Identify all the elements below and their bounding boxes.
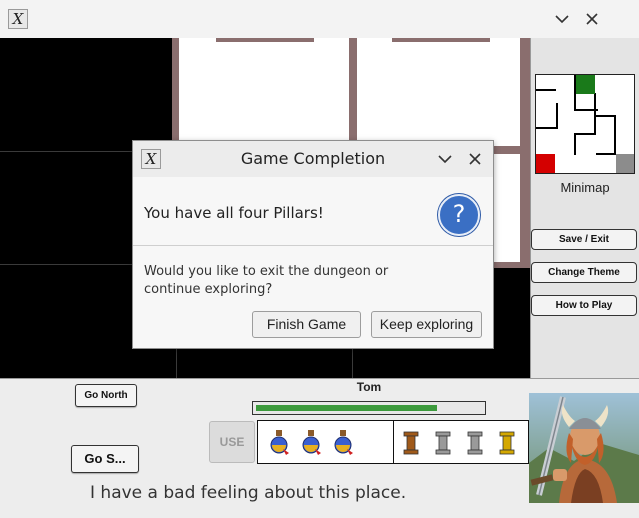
dungeon-room	[175, 38, 353, 153]
keep-exploring-button[interactable]: Keep exploring	[371, 311, 482, 338]
dialog-title: Game Completion	[240, 149, 386, 168]
potion-icon	[270, 430, 289, 455]
chevron-down-icon	[438, 155, 452, 164]
pillar-slot	[396, 425, 426, 459]
chevron-down-icon	[555, 15, 569, 24]
health-bar-fill	[256, 405, 437, 411]
go-north-button[interactable]: Go North	[75, 384, 137, 407]
save-exit-button[interactable]: Save / Exit	[531, 229, 637, 250]
change-theme-button[interactable]: Change Theme	[531, 262, 637, 283]
app-icon: X	[8, 9, 28, 29]
game-completion-dialog: X Game Completion You have all four Pill…	[132, 140, 494, 349]
potion-slot[interactable]	[328, 425, 358, 459]
potion-inventory	[257, 420, 394, 464]
potion-slot[interactable]	[264, 425, 294, 459]
pillar-inventory	[393, 420, 529, 464]
minimap-pillar-room	[576, 75, 595, 94]
dialog-title-bar: X Game Completion	[133, 141, 493, 177]
close-icon	[586, 13, 598, 25]
close-icon	[469, 153, 481, 165]
health-bar	[252, 401, 486, 415]
finish-game-button[interactable]: Finish Game	[252, 311, 361, 338]
status-message: I have a bad feeling about this place.	[90, 483, 407, 503]
minimap-exit-room	[616, 154, 634, 173]
hero-name: Tom	[356, 380, 382, 394]
dialog-close-button[interactable]	[464, 148, 486, 170]
minimize-button[interactable]	[551, 8, 573, 30]
hero-portrait	[529, 393, 639, 503]
pillar-icon	[435, 431, 451, 455]
dialog-body: Would you like to exit the dungeon or co…	[144, 264, 389, 297]
potion-icon	[302, 430, 321, 455]
dialog-heading: You have all four Pillars!	[144, 204, 324, 222]
pillar-icon	[467, 431, 483, 455]
use-button[interactable]: USE	[209, 421, 255, 463]
question-icon: ?	[438, 194, 480, 236]
dungeon-wall	[392, 38, 490, 42]
dungeon-wall	[216, 38, 314, 42]
close-button[interactable]	[581, 8, 603, 30]
go-south-button[interactable]: Go S...	[71, 445, 139, 473]
minimap	[535, 74, 635, 174]
dungeon-room	[353, 38, 530, 153]
dialog-app-icon: X	[141, 149, 161, 169]
pillar-slot	[460, 425, 490, 459]
potion-icon	[334, 430, 353, 455]
dungeon-wall	[172, 38, 179, 153]
pillar-slot	[428, 425, 458, 459]
pillar-icon	[403, 431, 419, 455]
minimap-current-room	[536, 154, 555, 173]
window-title-bar: X	[0, 0, 639, 39]
minimap-label: Minimap	[560, 180, 610, 195]
dialog-divider	[133, 245, 493, 246]
potion-slot[interactable]	[296, 425, 326, 459]
pillar-slot	[492, 425, 522, 459]
how-to-play-button[interactable]: How to Play	[531, 295, 637, 316]
pillar-icon	[499, 431, 515, 455]
dialog-minimize-button[interactable]	[434, 148, 456, 170]
